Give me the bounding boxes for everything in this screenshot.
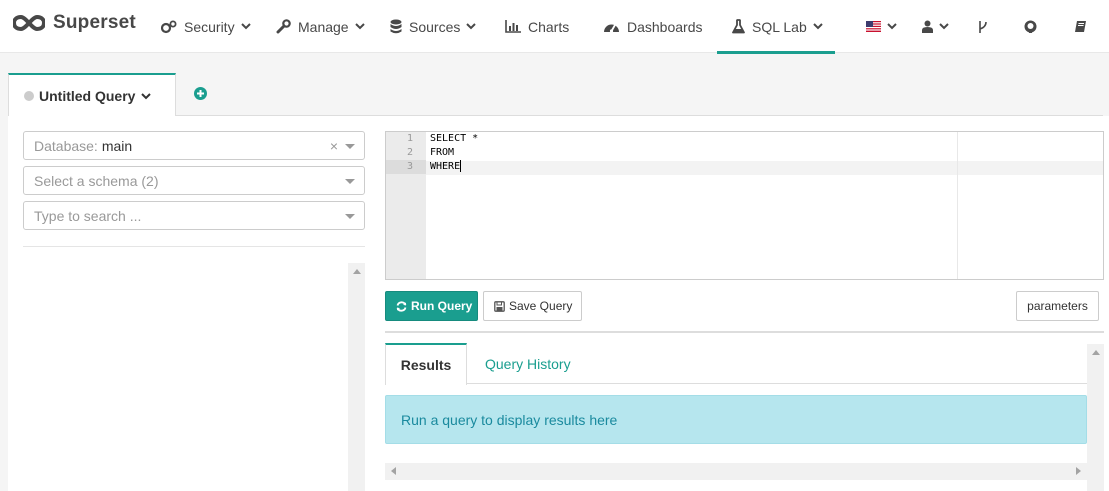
clear-icon[interactable]: × bbox=[330, 138, 338, 154]
tab-results-label: Results bbox=[400, 357, 452, 373]
refresh-icon bbox=[396, 300, 407, 312]
scroll-up-icon[interactable] bbox=[1092, 350, 1100, 355]
github-link[interactable] bbox=[1024, 0, 1037, 53]
print-margin bbox=[957, 132, 958, 279]
code-line: FROM bbox=[430, 146, 454, 160]
nav-dashboards-label: Dashboards bbox=[627, 18, 703, 35]
line-number: 2 bbox=[406, 147, 413, 158]
text-cursor bbox=[460, 160, 462, 172]
schema-select[interactable]: Select a schema (2) bbox=[23, 166, 365, 195]
left-sidebar: Database: main × Select a schema (2) Typ… bbox=[8, 116, 366, 491]
table-search-placeholder: Type to search ... bbox=[34, 207, 142, 224]
database-select[interactable]: Database: main × bbox=[23, 131, 365, 160]
scroll-left-icon[interactable] bbox=[391, 467, 396, 475]
chevron-down-icon bbox=[240, 23, 251, 30]
language-menu[interactable] bbox=[866, 0, 897, 53]
documentation-link[interactable] bbox=[1074, 0, 1087, 53]
wrench-icon bbox=[276, 19, 291, 34]
sidebar-divider bbox=[23, 246, 365, 247]
results-empty-alert: Run a query to display results here bbox=[385, 395, 1087, 444]
dashboard-icon bbox=[603, 20, 620, 33]
run-query-label: Run Query bbox=[411, 299, 473, 313]
run-query-button[interactable]: Run Query bbox=[385, 291, 478, 321]
save-query-label: Save Query bbox=[509, 299, 573, 313]
user-menu[interactable] bbox=[922, 0, 949, 53]
chevron-down-icon bbox=[887, 23, 897, 30]
table-search-select[interactable]: Type to search ... bbox=[23, 201, 365, 230]
database-icon bbox=[390, 19, 402, 34]
results-empty-message: Run a query to display results here bbox=[401, 411, 618, 428]
nav-sources-label: Sources bbox=[409, 18, 461, 35]
parameters-button[interactable]: parameters bbox=[1016, 291, 1099, 321]
code-line: WHERE bbox=[430, 160, 462, 174]
query-status-dot bbox=[24, 91, 34, 101]
code-text: WHERE bbox=[430, 161, 461, 172]
nav-dashboards[interactable]: Dashboards bbox=[603, 0, 703, 53]
query-tab-untitled[interactable]: Untitled Query bbox=[8, 73, 176, 117]
dropdown-arrow-icon[interactable] bbox=[345, 144, 355, 149]
dropdown-arrow-icon[interactable] bbox=[345, 214, 355, 219]
results-tab-bar: Results Query History bbox=[385, 343, 1087, 385]
sidebar-scrollbar[interactable] bbox=[348, 263, 365, 491]
parameters-label: parameters bbox=[1027, 299, 1088, 313]
nav-security-label: Security bbox=[184, 18, 235, 35]
tab-results[interactable]: Results bbox=[385, 343, 467, 385]
sql-editor-panel: 1 2 3 SELECT * FROM WHERE Run Query Save… bbox=[366, 116, 1109, 491]
plus-circle-icon[interactable] bbox=[194, 87, 207, 103]
user-icon bbox=[922, 20, 933, 33]
query-tab-bar: Untitled Query bbox=[8, 73, 1103, 117]
save-icon bbox=[494, 300, 505, 312]
line-number: 1 bbox=[406, 133, 413, 144]
tab-query-history[interactable]: Query History bbox=[485, 343, 571, 385]
editor-gutter: 1 2 3 bbox=[386, 132, 426, 279]
scroll-right-icon[interactable] bbox=[1076, 467, 1081, 475]
brand-name: Superset bbox=[53, 12, 136, 33]
code-branch-icon bbox=[978, 20, 988, 34]
nav-charts-label: Charts bbox=[528, 18, 570, 35]
cogs-icon bbox=[161, 20, 177, 34]
database-select-label: Database: bbox=[34, 137, 98, 154]
database-select-value: main bbox=[101, 137, 133, 154]
sql-editor[interactable]: 1 2 3 SELECT * FROM WHERE bbox=[385, 131, 1104, 280]
superset-logo-icon bbox=[13, 14, 45, 32]
nav-manage[interactable]: Manage bbox=[276, 0, 365, 53]
scroll-up-icon[interactable] bbox=[353, 269, 361, 274]
nav-active-indicator bbox=[717, 51, 835, 54]
results-horizontal-scrollbar[interactable] bbox=[385, 463, 1087, 480]
scrollbar-corner bbox=[1087, 463, 1104, 491]
line-number: 3 bbox=[386, 160, 426, 174]
nav-security[interactable]: Security bbox=[161, 0, 251, 53]
schema-select-placeholder: Select a schema (2) bbox=[34, 172, 159, 189]
chevron-down-icon bbox=[813, 23, 823, 30]
nav-sources[interactable]: Sources bbox=[390, 0, 477, 53]
book-icon bbox=[1074, 20, 1087, 33]
query-tab-label: Untitled Query bbox=[39, 88, 136, 104]
chevron-down-icon bbox=[354, 23, 365, 30]
results-scrollbar[interactable] bbox=[1087, 344, 1104, 463]
chevron-down-icon bbox=[466, 23, 477, 30]
nav-charts[interactable]: Charts bbox=[505, 0, 569, 53]
split-divider[interactable] bbox=[385, 331, 1104, 333]
chevron-down-icon[interactable] bbox=[141, 92, 152, 100]
dropdown-arrow-icon[interactable] bbox=[345, 179, 355, 184]
code-text: FROM bbox=[430, 147, 455, 158]
top-navbar: Superset Security Manage Sources Charts … bbox=[0, 0, 1109, 54]
code-line: SELECT * bbox=[430, 132, 478, 146]
chevron-down-icon bbox=[939, 23, 949, 30]
nav-manage-label: Manage bbox=[298, 18, 349, 35]
nav-sql-lab[interactable]: SQL Lab bbox=[732, 0, 823, 53]
flask-icon bbox=[732, 19, 745, 34]
active-line-highlight bbox=[426, 161, 1103, 175]
nav-sql-lab-label: SQL Lab bbox=[752, 18, 807, 35]
save-query-button[interactable]: Save Query bbox=[483, 291, 582, 321]
version-link[interactable] bbox=[978, 0, 988, 53]
brand[interactable]: Superset bbox=[13, 12, 136, 34]
github-icon bbox=[1024, 20, 1037, 33]
us-flag-icon bbox=[866, 21, 881, 32]
code-text: SELECT * bbox=[430, 133, 479, 144]
bar-chart-icon bbox=[505, 20, 521, 33]
tab-query-history-label: Query History bbox=[485, 356, 571, 372]
